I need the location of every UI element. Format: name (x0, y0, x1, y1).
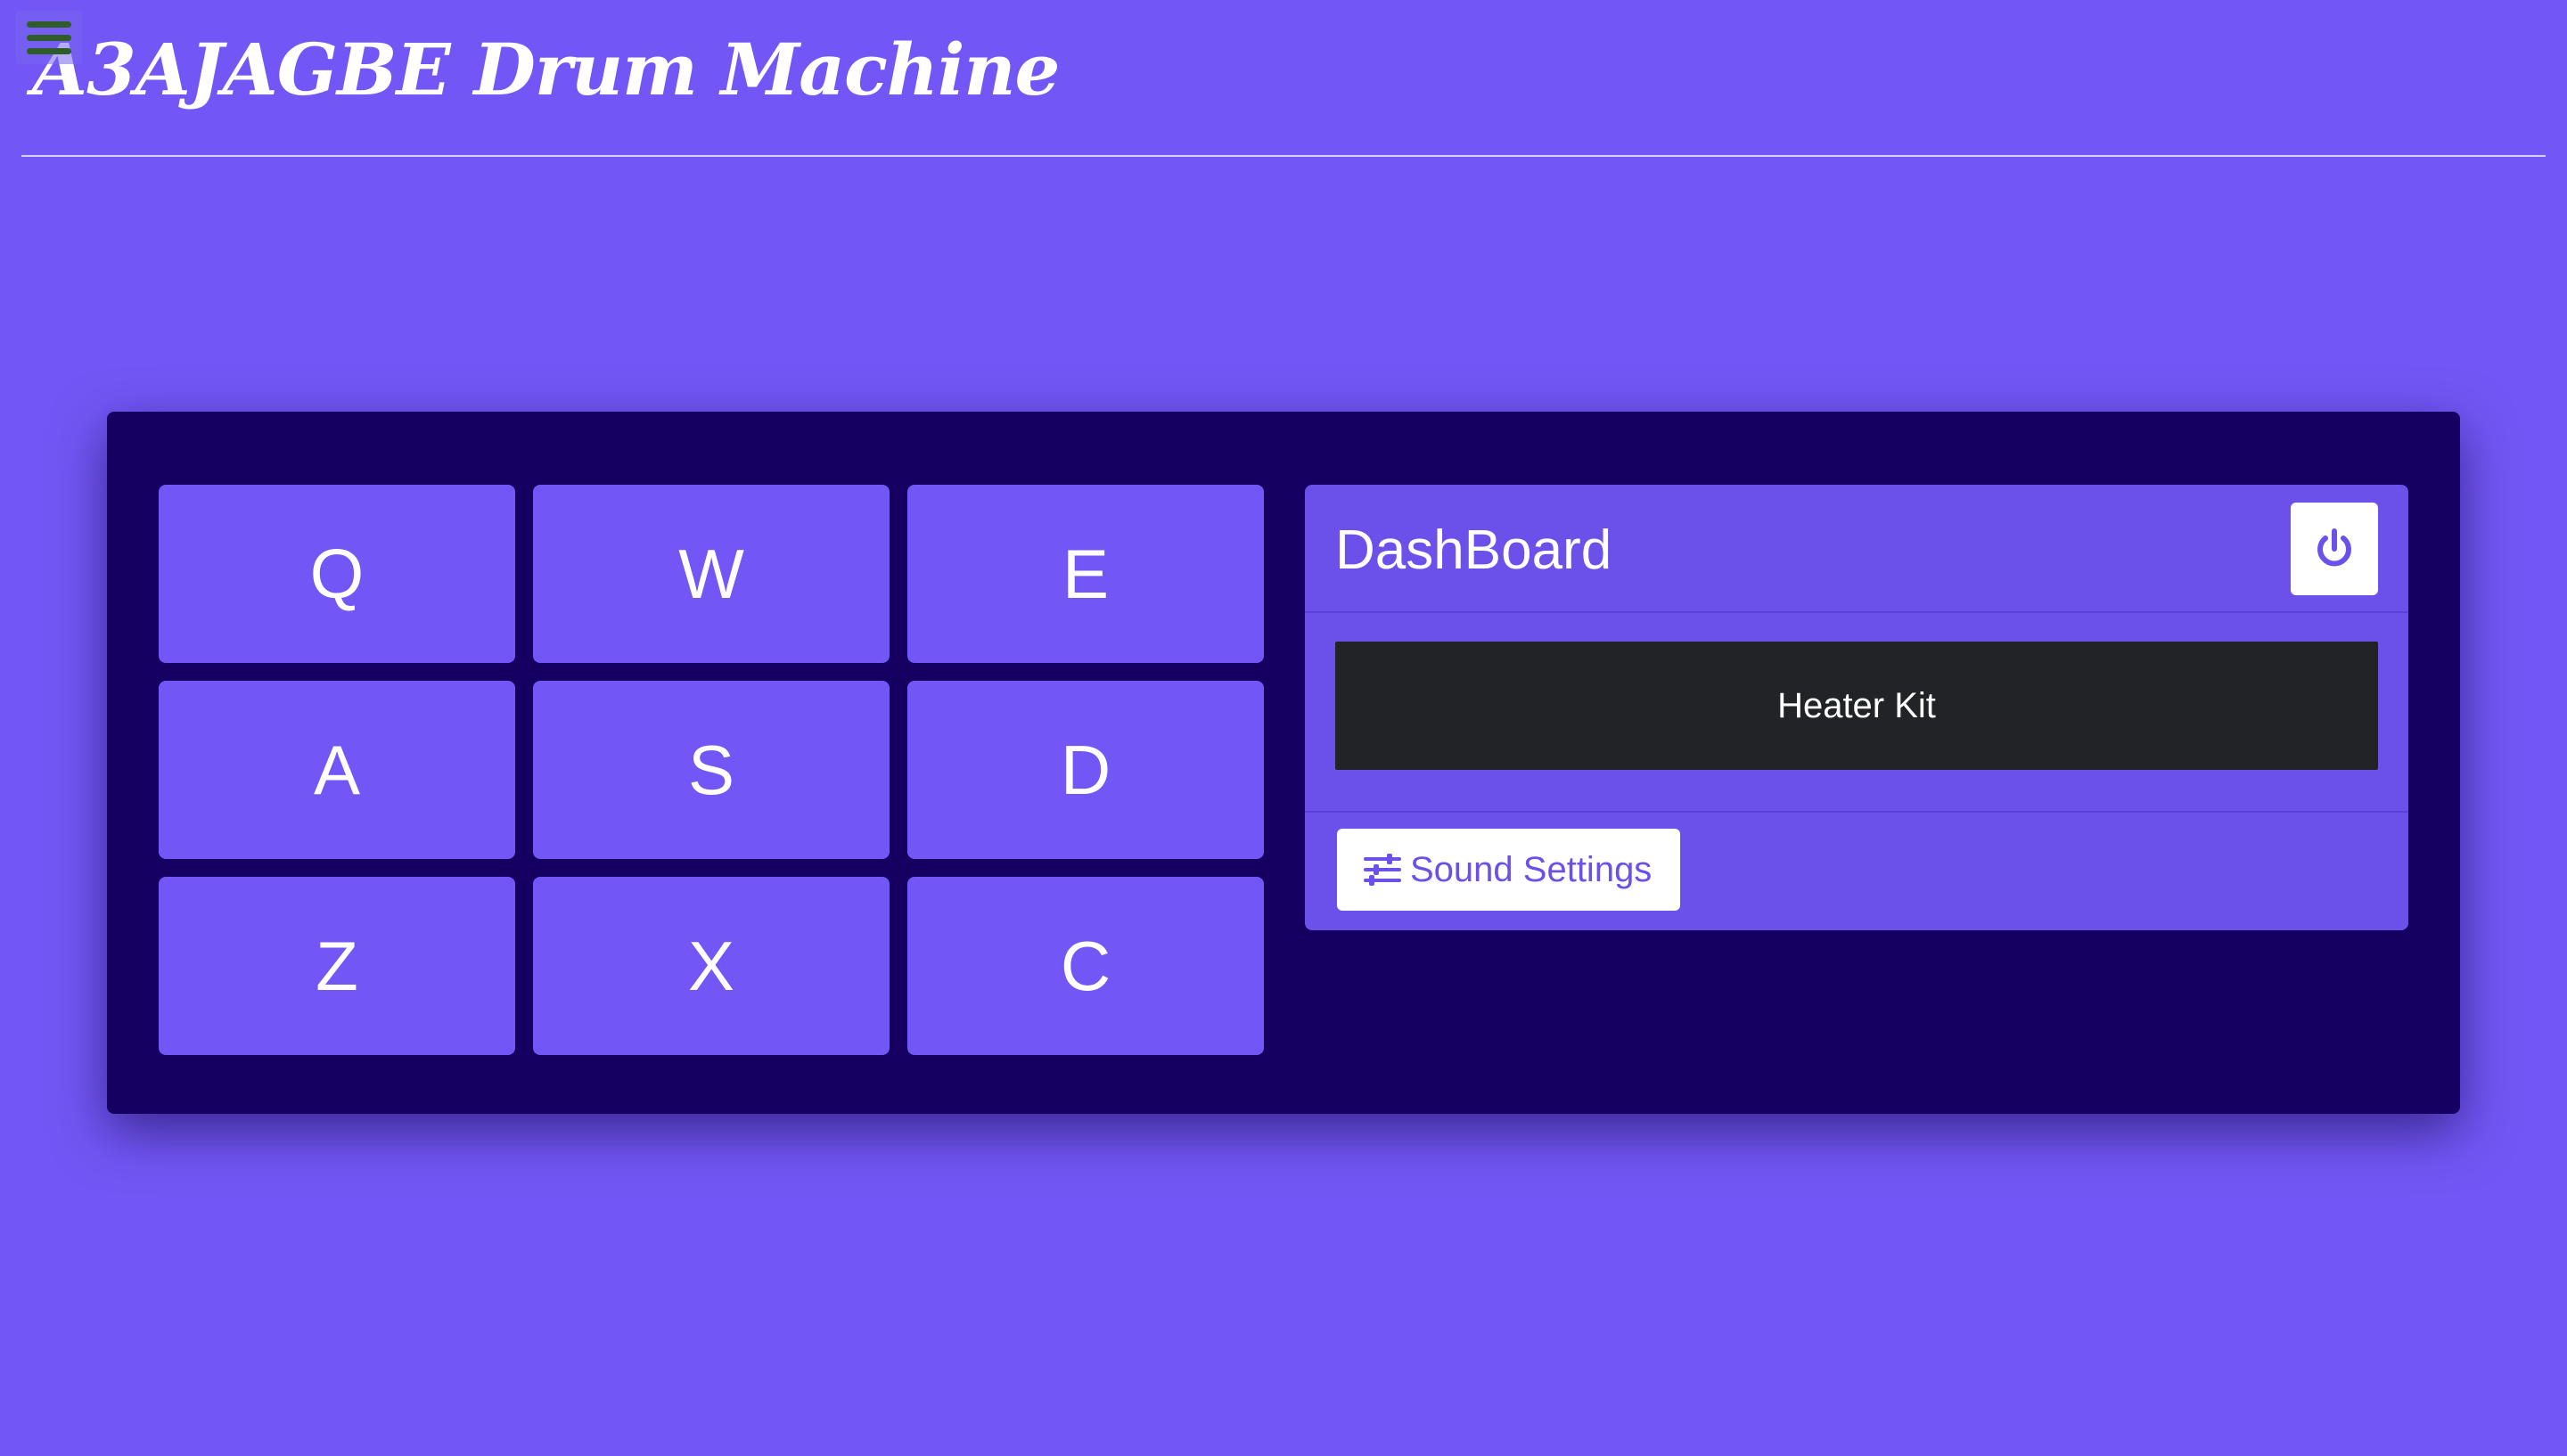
drum-pad-x[interactable]: X (533, 877, 890, 1055)
hamburger-menu-icon (27, 21, 71, 28)
sound-settings-button[interactable]: Sound Settings (1337, 829, 1681, 911)
drum-pad-d[interactable]: D (907, 681, 1264, 859)
drum-pad-q[interactable]: Q (159, 485, 515, 663)
power-button[interactable] (2291, 503, 2378, 595)
header-divider (21, 155, 2546, 157)
dashboard-panel: DashBoard Heater Kit Sound Settings (1305, 485, 2408, 930)
drum-pad-a[interactable]: A (159, 681, 515, 859)
drum-pad-e[interactable]: E (907, 485, 1264, 663)
sound-display: Heater Kit (1335, 642, 2378, 770)
dashboard-header: DashBoard (1305, 485, 2408, 613)
drum-machine: Q W E A S D Z X C DashBoard Heater Kit S… (107, 412, 2460, 1114)
dashboard-footer: Sound Settings (1305, 811, 2408, 932)
drum-pad-s[interactable]: S (533, 681, 890, 859)
drum-pad-z[interactable]: Z (159, 877, 515, 1055)
drum-pad-w[interactable]: W (533, 485, 890, 663)
sliders-icon (1364, 854, 1401, 886)
dashboard-title: DashBoard (1335, 519, 1612, 581)
power-icon (2317, 528, 2351, 567)
drum-pad-c[interactable]: C (907, 877, 1264, 1055)
display-text: Heater Kit (1777, 685, 1936, 725)
drum-pad-grid: Q W E A S D Z X C (159, 485, 1264, 1055)
app-title: A3AJAGBE Drum Machine (32, 28, 1060, 111)
sound-settings-label: Sound Settings (1410, 849, 1653, 889)
menu-toggle-button[interactable] (16, 11, 82, 64)
